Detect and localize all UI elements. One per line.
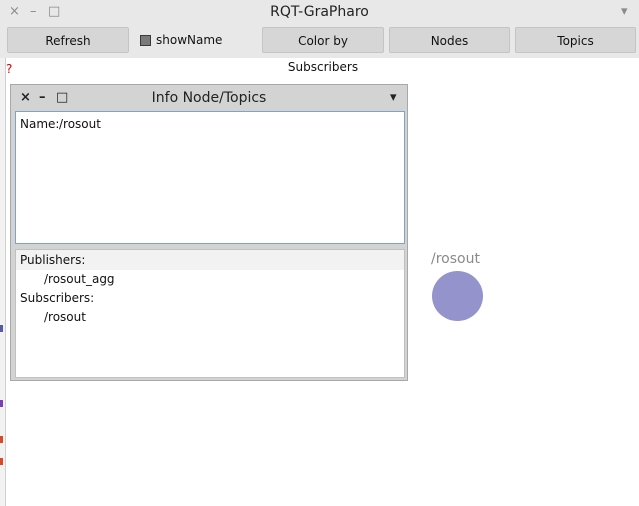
publisher-item: /rosout_agg: [44, 272, 115, 286]
edge-marker: [0, 325, 3, 332]
edge-marker: [0, 400, 3, 407]
connections-list: Publishers: /rosout_agg Subscribers: /ro…: [15, 249, 405, 378]
show-name-label[interactable]: showName: [156, 33, 222, 47]
refresh-button[interactable]: Refresh: [7, 27, 129, 53]
window-titlebar: × – □ RQT-GraPharo ▾: [0, 0, 639, 24]
window-menu-icon[interactable]: ▾: [621, 4, 628, 20]
graph-node-circle[interactable]: [432, 271, 483, 321]
nodes-button[interactable]: Nodes: [389, 27, 510, 53]
name-value[interactable]: /rosout: [59, 117, 101, 131]
publishers-label: Publishers:: [20, 253, 86, 267]
panel-title: Info Node/Topics: [151, 90, 267, 106]
topics-button[interactable]: Topics: [515, 27, 636, 53]
info-node-topics-panel: × – □ Info Node/Topics ▾ Name: /rosout P…: [10, 84, 408, 381]
name-text-area[interactable]: Name: /rosout: [15, 111, 405, 244]
name-label: Name:: [20, 117, 60, 131]
edge-marker: [0, 458, 3, 465]
panel-menu-icon[interactable]: ▾: [390, 90, 397, 106]
panel-titlebar[interactable]: × – □ Info Node/Topics ▾: [11, 85, 407, 111]
graph-node-label: /rosout: [431, 251, 480, 267]
window-title: RQT-GraPharo: [270, 4, 369, 20]
status-question-mark: ?: [6, 62, 13, 76]
edge-marker: [0, 436, 3, 443]
subscriber-item: /rosout: [44, 310, 86, 324]
color-by-subscribers-button[interactable]: Color by Subscribers: [262, 27, 384, 74]
subscribers-label: Subscribers:: [20, 291, 95, 305]
toolbar: Refresh Color by Subscribers Nodes Topic…: [0, 24, 639, 74]
show-name-checkbox[interactable]: [140, 35, 151, 46]
